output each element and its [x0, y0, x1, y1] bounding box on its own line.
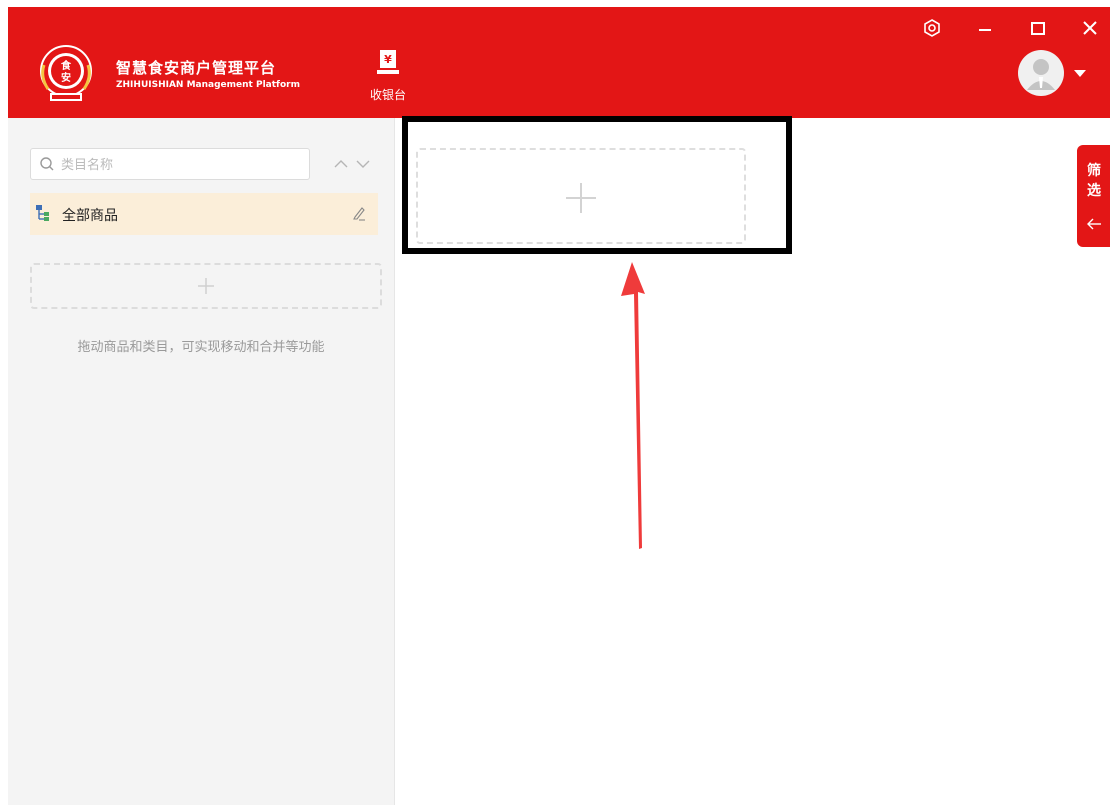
category-label: 全部商品 — [62, 208, 118, 224]
tree-icon — [36, 205, 49, 221]
arrow-left-icon — [1087, 218, 1101, 230]
logo-seal-icon: 食 安 — [40, 45, 92, 101]
filter-tab[interactable]: 筛选 — [1077, 145, 1110, 247]
svg-text:¥: ¥ — [384, 53, 392, 66]
close-icon[interactable] — [1076, 14, 1104, 42]
chevron-down-icon[interactable] — [1074, 70, 1086, 78]
minimize-icon[interactable] — [971, 14, 999, 42]
maximize-icon[interactable] — [1024, 14, 1052, 42]
title-bar: 食 安 智慧食安商户管理平台 ZHIHUISHIAN Management Pl… — [8, 7, 1110, 118]
plus-icon — [198, 278, 214, 294]
category-search[interactable] — [30, 148, 310, 180]
filter-tab-label: 筛选 — [1087, 163, 1101, 199]
cashier-icon: ¥ — [377, 50, 399, 74]
settings-icon[interactable] — [918, 14, 946, 42]
search-icon — [40, 157, 54, 171]
annotation-arrow-icon — [621, 262, 645, 549]
svg-text:安: 安 — [61, 71, 71, 84]
avatar-icon[interactable] — [1018, 50, 1064, 96]
chevron-up-icon[interactable] — [334, 159, 348, 169]
cashier-button[interactable]: ¥ 收银台 — [364, 50, 412, 104]
category-item-all-products[interactable]: 全部商品 — [30, 193, 378, 235]
cashier-label: 收银台 — [369, 88, 406, 102]
app-title: 智慧食安商户管理平台 — [116, 59, 277, 77]
edit-icon[interactable] — [352, 206, 366, 221]
category-search-input[interactable] — [59, 151, 303, 179]
add-category-button[interactable] — [30, 263, 382, 309]
chevron-down-icon[interactable] — [356, 159, 370, 169]
window-top-edge — [0, 0, 1110, 7]
app-subtitle: ZHIHUISHIAN Management Platform — [116, 80, 300, 90]
plus-icon — [566, 183, 596, 213]
svg-text:食: 食 — [60, 59, 72, 72]
category-sidebar: 全部商品 拖动商品和类目，可实现移动和合并等功能 — [8, 118, 395, 805]
add-product-button[interactable] — [416, 148, 746, 244]
drag-hint-text: 拖动商品和类目，可实现移动和合并等功能 — [77, 340, 325, 355]
